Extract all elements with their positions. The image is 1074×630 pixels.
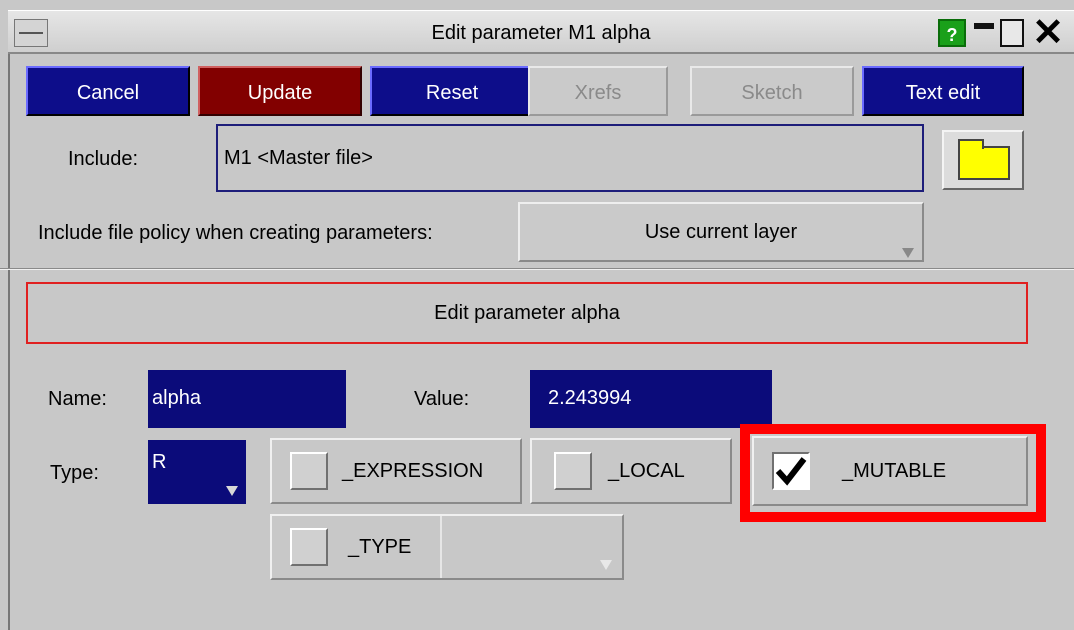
policy-dropdown[interactable]: Use current layer — [518, 202, 924, 262]
expression-label: _EXPRESSION — [342, 460, 484, 482]
edit-parameter-header: Edit parameter alpha — [26, 282, 1028, 344]
expression-checkbox[interactable] — [290, 452, 328, 490]
xrefs-button[interactable]: Xrefs — [528, 66, 668, 116]
window-frame-left — [8, 10, 10, 630]
minimize-icon[interactable] — [972, 19, 996, 47]
local-option[interactable]: _LOCAL — [530, 438, 732, 504]
system-menu-icon[interactable] — [14, 19, 48, 47]
type-label: Type: — [50, 462, 99, 484]
type-option[interactable]: _TYPE — [270, 514, 624, 580]
policy-selected-value: Use current layer — [644, 221, 798, 243]
type-dropdown-arrow-icon — [226, 486, 238, 496]
value-label: Value: — [414, 388, 470, 410]
maximize-icon[interactable] — [1000, 19, 1024, 47]
name-label: Name: — [48, 388, 107, 410]
type-option-label: _TYPE — [348, 536, 412, 558]
section-divider — [0, 268, 1074, 270]
local-checkbox[interactable] — [554, 452, 592, 490]
value-input[interactable]: 2.243994 — [530, 370, 772, 428]
reset-button[interactable]: Reset — [370, 66, 534, 116]
expression-option[interactable]: _EXPRESSION — [270, 438, 522, 504]
browse-folder-button[interactable] — [942, 130, 1024, 190]
sketch-button[interactable]: Sketch — [690, 66, 854, 116]
include-field[interactable]: M1 <Master file> — [216, 124, 924, 192]
update-button[interactable]: Update — [198, 66, 362, 116]
policy-label: Include file policy when creating parame… — [38, 222, 433, 244]
type-option-dropdown[interactable] — [440, 516, 622, 578]
type-option-checkbox[interactable] — [290, 528, 328, 566]
local-label: _LOCAL — [608, 460, 685, 482]
highlight-box — [740, 424, 1046, 522]
close-icon[interactable]: ✕ — [1028, 13, 1068, 53]
help-button[interactable]: ? — [938, 19, 966, 47]
type-option-dropdown-arrow-icon — [600, 560, 612, 570]
window-title: Edit parameter M1 alpha — [431, 22, 651, 44]
text-edit-button[interactable]: Text edit — [862, 66, 1024, 116]
dropdown-arrow-icon — [902, 248, 914, 258]
name-input[interactable]: alpha — [148, 370, 346, 428]
title-bar[interactable]: Edit parameter M1 alpha ? ✕ — [8, 10, 1074, 54]
include-label: Include: — [68, 148, 139, 170]
type-dropdown[interactable]: R — [148, 440, 246, 504]
cancel-button[interactable]: Cancel — [26, 66, 190, 116]
folder-icon — [958, 139, 1010, 180]
type-selected-value: R — [152, 451, 167, 473]
